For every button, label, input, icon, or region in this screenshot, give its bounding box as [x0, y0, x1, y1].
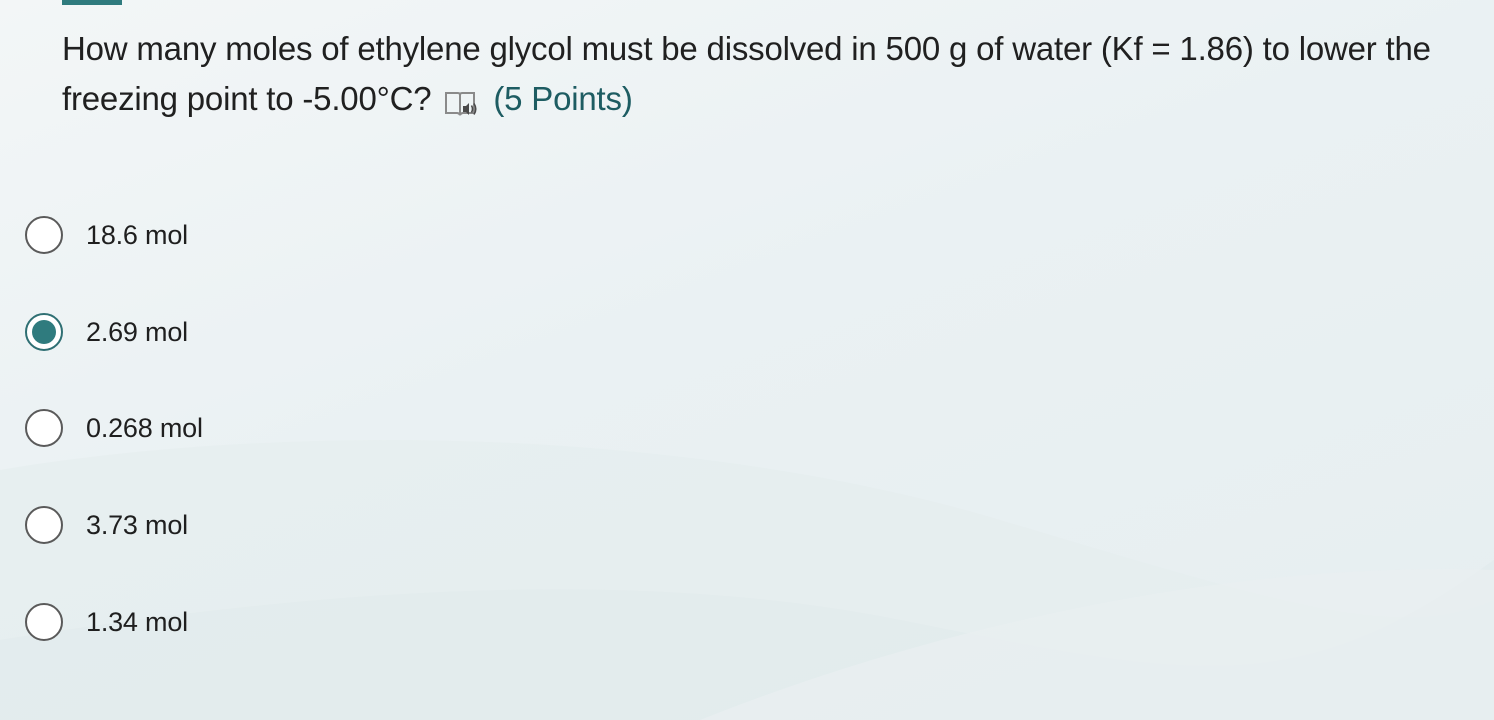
option-5[interactable]: 1.34 mol	[25, 600, 188, 644]
option-1[interactable]: 18.6 mol	[25, 213, 188, 257]
radio-button[interactable]	[25, 216, 63, 254]
option-4[interactable]: 3.73 mol	[25, 503, 188, 547]
option-label: 18.6 mol	[86, 219, 188, 250]
option-label: 0.268 mol	[86, 412, 203, 443]
radio-button[interactable]	[25, 603, 63, 641]
immersive-reader-icon[interactable]	[443, 83, 479, 116]
question-points: (5 Points)	[493, 80, 633, 117]
radio-button[interactable]	[25, 409, 63, 447]
option-2[interactable]: 2.69 mol	[25, 310, 188, 354]
option-label: 2.69 mol	[86, 316, 188, 347]
radio-button[interactable]	[25, 506, 63, 544]
option-3[interactable]: 0.268 mol	[25, 406, 203, 450]
option-label: 1.34 mol	[86, 606, 188, 637]
question-text: How many moles of ethylene glycol must b…	[62, 30, 1431, 117]
question-text-block: How many moles of ethylene glycol must b…	[62, 24, 1472, 124]
option-label: 3.73 mol	[86, 509, 188, 540]
radio-button-selected[interactable]	[25, 313, 63, 351]
header-accent-bar	[62, 0, 122, 5]
